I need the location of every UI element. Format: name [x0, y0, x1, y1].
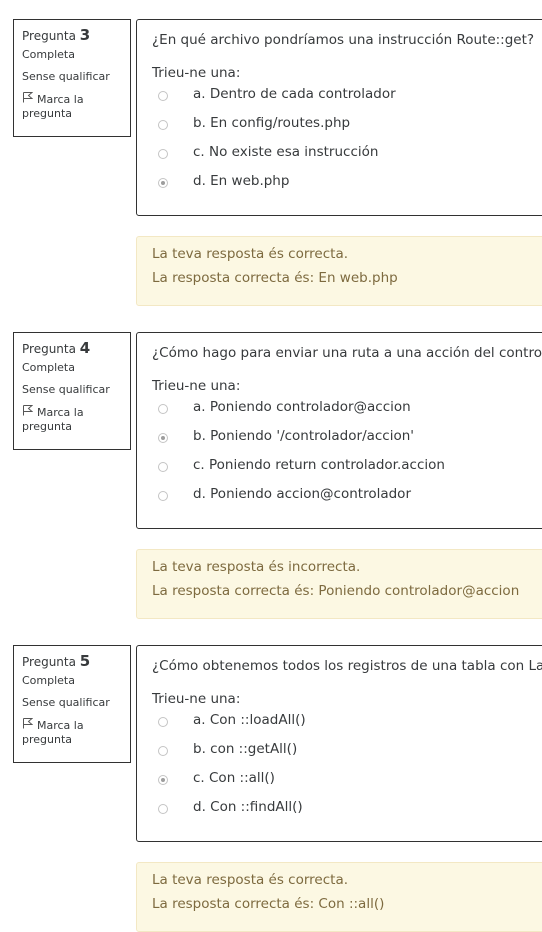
answer-option[interactable]: d. Poniendo accion@controlador [152, 484, 542, 513]
feedback-box: La teva resposta és correcta. La respost… [136, 862, 542, 932]
radio-button-checked[interactable] [158, 775, 168, 785]
question-content: ¿Cómo obtenemos todos los registros de u… [136, 645, 542, 842]
flag-icon [22, 405, 34, 420]
option-label: b. En config/routes.php [193, 115, 351, 131]
answer-option[interactable]: b. En config/routes.php [152, 113, 542, 142]
question-number: Pregunta 4 [22, 339, 130, 357]
question-info: Pregunta 5 Completa Sense qualificar Mar… [13, 645, 131, 763]
question-grade: Sense qualificar [22, 70, 110, 83]
radio-button[interactable] [158, 717, 168, 727]
feedback-status: La teva resposta és correcta. [152, 872, 349, 888]
question-state: Completa [22, 361, 75, 374]
question-info: Pregunta 3 Completa Sense qualificar Mar… [13, 19, 131, 137]
flag-label: Marca la [37, 93, 84, 106]
feedback-box: La teva resposta és correcta. La respost… [136, 236, 542, 306]
question-number: Pregunta 3 [22, 26, 130, 44]
question-text: ¿Cómo obtenemos todos los registros de u… [152, 658, 542, 674]
answer-option[interactable]: d. En web.php [152, 171, 542, 200]
feedback-correct-answer: La resposta correcta és: Con ::all() [152, 896, 385, 912]
question-content: ¿Cómo hago para enviar una ruta a una ac… [136, 332, 542, 529]
radio-button[interactable] [158, 804, 168, 814]
answer-prompt: Trieu-ne una: [152, 691, 241, 707]
question-number-value: 4 [79, 339, 91, 357]
radio-button[interactable] [158, 120, 168, 130]
question-info: Pregunta 4 Completa Sense qualificar Mar… [13, 332, 131, 450]
question-state: Completa [22, 674, 75, 687]
question-label: Pregunta [22, 655, 76, 669]
flag-label: pregunta [22, 420, 73, 433]
question-number-value: 5 [79, 652, 91, 670]
answer-option[interactable]: d. Con ::findAll() [152, 797, 542, 826]
radio-button[interactable] [158, 91, 168, 101]
question-text: ¿Cómo hago para enviar una ruta a una ac… [152, 345, 542, 361]
question-text: ¿En qué archivo pondríamos una instrucci… [152, 32, 535, 48]
feedback-status: La teva resposta és incorrecta. [152, 559, 361, 575]
feedback-correct-answer: La resposta correcta és: Poniendo contro… [152, 583, 520, 599]
radio-button[interactable] [158, 746, 168, 756]
answer-option[interactable]: a. Dentro de cada controlador [152, 84, 542, 113]
answer-option[interactable]: a. Con ::loadAll() [152, 710, 542, 739]
question-number-value: 3 [79, 26, 91, 44]
answer-option[interactable]: b. Poniendo '/controlador/accion' [152, 426, 542, 455]
radio-button[interactable] [158, 149, 168, 159]
answer-option[interactable]: c. No existe esa instrucción [152, 142, 542, 171]
flag-question-link[interactable]: Marca la pregunta [22, 405, 130, 434]
option-label: a. Dentro de cada controlador [193, 86, 396, 102]
question-state: Completa [22, 48, 75, 61]
option-label: c. Con ::all() [193, 770, 275, 786]
answer-prompt: Trieu-ne una: [152, 378, 241, 394]
radio-button[interactable] [158, 404, 168, 414]
question-label: Pregunta [22, 29, 76, 43]
flag-label: Marca la [37, 406, 84, 419]
option-label: d. En web.php [193, 173, 290, 189]
flag-icon [22, 92, 34, 107]
option-label: c. No existe esa instrucción [193, 144, 379, 160]
answer-option[interactable]: c. Poniendo return controlador.accion [152, 455, 542, 484]
feedback-correct-answer: La resposta correcta és: En web.php [152, 270, 398, 286]
radio-button-checked[interactable] [158, 433, 168, 443]
flag-icon [22, 718, 34, 733]
answer-option[interactable]: b. con ::getAll() [152, 739, 542, 768]
option-label: b. con ::getAll() [193, 741, 298, 757]
option-label: d. Poniendo accion@controlador [193, 486, 411, 502]
option-label: b. Poniendo '/controlador/accion' [193, 428, 415, 444]
flag-question-link[interactable]: Marca la pregunta [22, 92, 130, 121]
feedback-box: La teva resposta és incorrecta. La respo… [136, 549, 542, 619]
answer-option[interactable]: c. Con ::all() [152, 768, 542, 797]
question-grade: Sense qualificar [22, 696, 110, 709]
question-grade: Sense qualificar [22, 383, 110, 396]
flag-label: Marca la [37, 719, 84, 732]
answer-prompt: Trieu-ne una: [152, 65, 241, 81]
feedback-status: La teva resposta és correcta. [152, 246, 349, 262]
radio-button-checked[interactable] [158, 178, 168, 188]
option-label: a. Con ::loadAll() [193, 712, 306, 728]
question-label: Pregunta [22, 342, 76, 356]
option-label: d. Con ::findAll() [193, 799, 303, 815]
answer-option[interactable]: a. Poniendo controlador@accion [152, 397, 542, 426]
flag-label: pregunta [22, 107, 73, 120]
flag-question-link[interactable]: Marca la pregunta [22, 718, 130, 747]
answer-options: a. Con ::loadAll() b. con ::getAll() c. … [152, 710, 542, 826]
answer-options: a. Poniendo controlador@accion b. Ponien… [152, 397, 542, 513]
option-label: a. Poniendo controlador@accion [193, 399, 411, 415]
option-label: c. Poniendo return controlador.accion [193, 457, 445, 473]
question-content: ¿En qué archivo pondríamos una instrucci… [136, 19, 542, 216]
radio-button[interactable] [158, 462, 168, 472]
answer-options: a. Dentro de cada controlador b. En conf… [152, 84, 542, 200]
flag-label: pregunta [22, 733, 73, 746]
question-number: Pregunta 5 [22, 652, 130, 670]
radio-button[interactable] [158, 491, 168, 501]
